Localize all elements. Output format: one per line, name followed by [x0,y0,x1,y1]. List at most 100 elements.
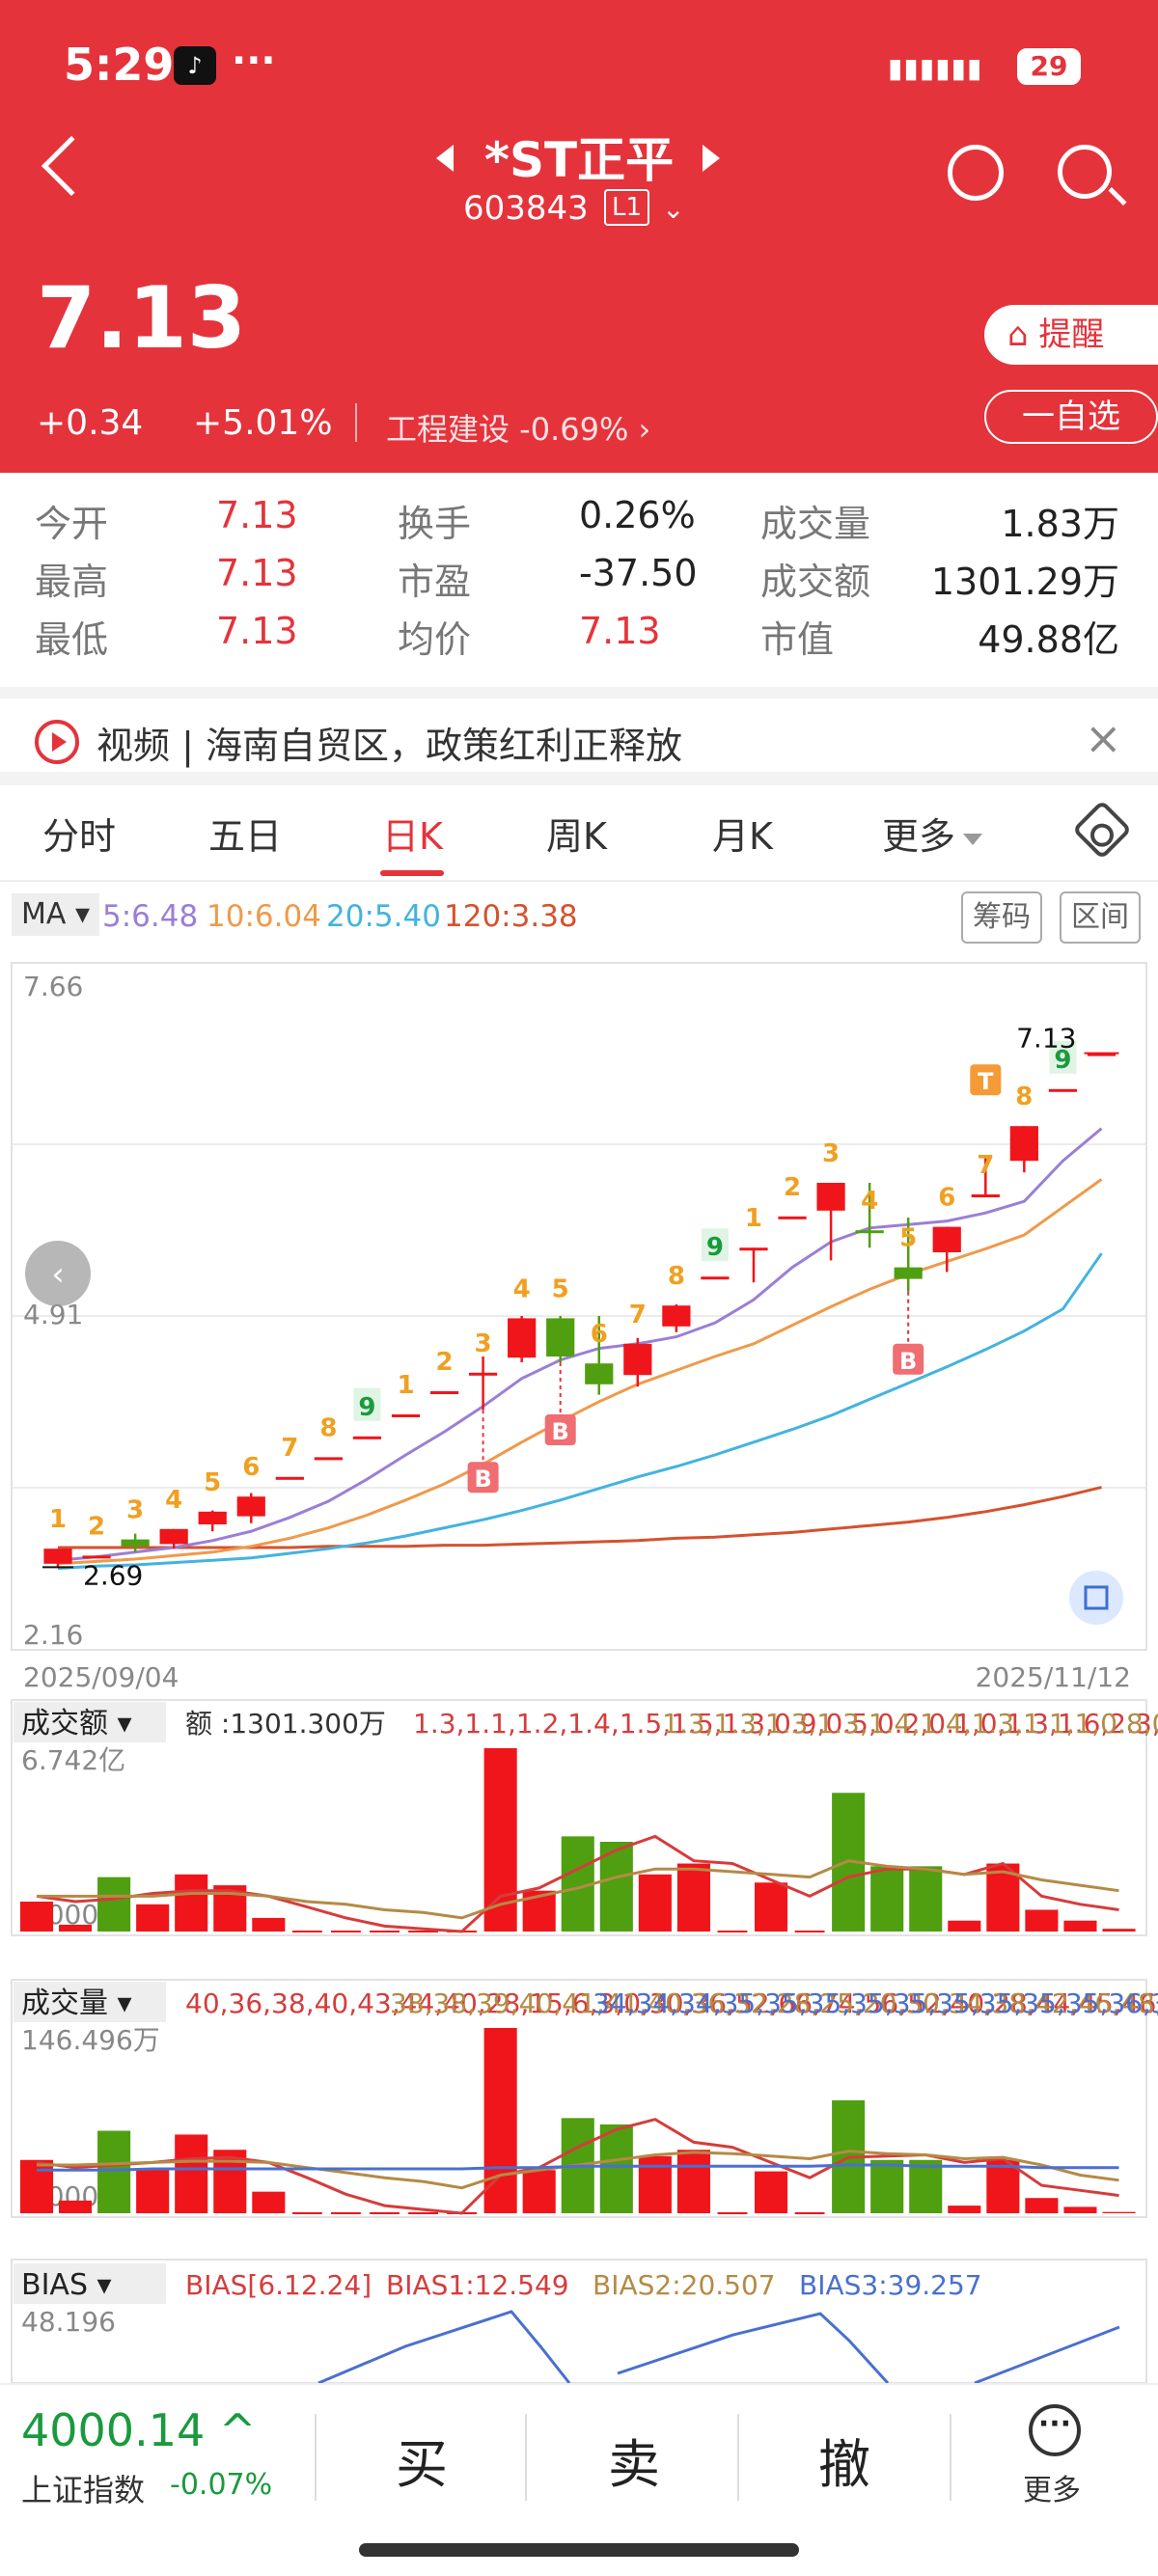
chip-button[interactable]: 筹码 [961,891,1042,944]
divider [737,2414,739,2501]
volume-bar [175,2134,208,2213]
close-icon[interactable]: × [1085,712,1122,764]
more-label[interactable]: 更多 [1023,2466,1081,2508]
ma5-value: 5:6.48 [102,899,199,934]
candle-body [701,1276,730,1280]
divider [355,403,357,442]
sell-button[interactable]: 卖 [608,2422,660,2498]
pe-value: -37.50 [579,552,698,594]
td-count-label: 7 [977,1151,994,1180]
date-start: 2025/09/04 [23,1661,179,1693]
volume-bar [1063,2206,1097,2213]
divider [0,772,1158,785]
volume-bar [136,2170,170,2213]
td-count-label: 5 [204,1468,221,1497]
watchlist-button[interactable]: 一自选 [984,390,1158,444]
indicator-label: 成交量 ▾ [21,1987,132,2020]
settings-icon[interactable] [1071,799,1133,861]
chevron-down-icon[interactable]: ⌄ [662,193,684,225]
news-banner[interactable]: 视频 | 海南自贸区，政策红利正释放 × [0,687,1158,767]
tab-five-day[interactable]: 五日 [208,807,282,860]
dropdown-icon [963,833,983,845]
volume-bar [1025,2198,1059,2213]
news-text[interactable]: 视频 | 海南自贸区，政策红利正释放 [96,716,682,769]
search-icon[interactable] [1058,145,1112,199]
bias3-line [317,2310,1120,2383]
battery-icon: 29 [1017,48,1081,85]
candle-body [662,1305,691,1327]
candle-body [932,1226,961,1252]
prev-stock-icon[interactable] [436,145,454,172]
indicator-value: BIAS2:20.507 [593,2269,776,2301]
stock-header: 5:29 ♪ ··· ▮▮▮▮▮▮ 29 *ST正平 603843 L1 ⌄ 7… [0,0,1158,473]
tab-intraday[interactable]: 分时 [42,807,116,860]
candle-body [275,1476,304,1480]
td-count-label: 3 [475,1329,492,1358]
tab-monthly-k[interactable]: 月K [712,807,773,860]
buy-marker-label: B [899,1348,917,1375]
kline-chart[interactable]: 7.664.912.161 23 4567891234 567891234567897… [0,945,1158,2383]
last-price-label: 7.13 [1016,1023,1076,1055]
volume-bar [909,1866,943,1932]
index-value[interactable]: 4000.14 ^ [21,2404,256,2456]
home-indicator[interactable] [359,2543,799,2557]
tab-weekly-k[interactable]: 周K [546,807,607,860]
volume-bar [948,1920,981,1932]
td-count-label: 1 [745,1204,762,1233]
next-stock-icon[interactable] [703,145,720,172]
divider [950,2414,951,2501]
volume-value: 1.83万 [1001,503,1119,545]
tab-more-label: 更多 [882,815,956,858]
ma-selector-label: MA [21,897,67,931]
open-value: 7.13 [216,494,298,536]
range-button[interactable]: 区间 [1060,891,1141,944]
price-change: +0.34 [37,403,144,443]
candle-body [468,1372,498,1376]
alert-button[interactable]: ⌂ 提醒 [984,305,1158,365]
td-count-label: 6 [242,1453,260,1482]
level-badge[interactable]: L1 [604,189,650,226]
indicator-value: BIAS1:12.549 [386,2269,569,2301]
high-value: 7.13 [216,552,298,594]
back-arrow-icon[interactable] [41,135,102,197]
td-count-label: 2 [88,1512,105,1541]
more-icon[interactable]: ··· [1029,2404,1081,2456]
candle-body [429,1391,459,1394]
td-count-label: 8 [668,1262,685,1291]
expand-button [1069,1571,1123,1625]
tab-more[interactable]: 更多 [882,807,983,860]
sector-link[interactable]: 工程建设 -0.69% › [386,405,650,450]
candle-body [546,1318,575,1357]
volume-bar [1102,2211,1136,2213]
td-count-label: 6 [591,1320,608,1349]
refresh-icon[interactable] [948,145,1004,201]
status-time: 5:29 [64,39,175,91]
candle-body [585,1363,614,1384]
low-price-label: 2.69 [83,1559,143,1591]
index-arrow: ^ [218,2404,257,2456]
candle-body [1048,1088,1078,1092]
volume-bar [252,2191,286,2213]
candle-body [236,1496,265,1517]
buy-button[interactable]: 买 [396,2422,448,2498]
stock-code: 603843 [463,189,589,228]
mcap-value: 49.88亿 [978,618,1119,661]
candle-body [1009,1126,1038,1162]
cancel-button[interactable]: 撤 [818,2422,870,2498]
candle-body [971,1194,1000,1197]
ma-selector[interactable]: MA ▾ [12,893,100,936]
ma-legend: MA ▾ 5:6.48 10:6.04 20:5.40 120:3.38 筹码 … [0,890,1158,944]
volume-bar [638,2155,672,2213]
candle-body [352,1436,382,1439]
quote-panel: 今开 7.13 换手 0.26% 成交量 1.83万 最高 7.13 市盈 -3… [0,473,1158,675]
ma20-value: 20:5.40 [326,899,441,934]
indicator-label: 成交额 ▾ [21,1707,132,1740]
play-icon [35,720,79,764]
sub-axis-max: 146.496万 [21,2024,160,2056]
candle-body [121,1539,150,1547]
candle-body [43,1548,72,1564]
tab-daily-k[interactable]: 日K [382,807,443,860]
ma120-value: 120:3.38 [444,899,578,934]
candle-body [894,1267,923,1279]
avg-value: 7.13 [579,610,661,652]
